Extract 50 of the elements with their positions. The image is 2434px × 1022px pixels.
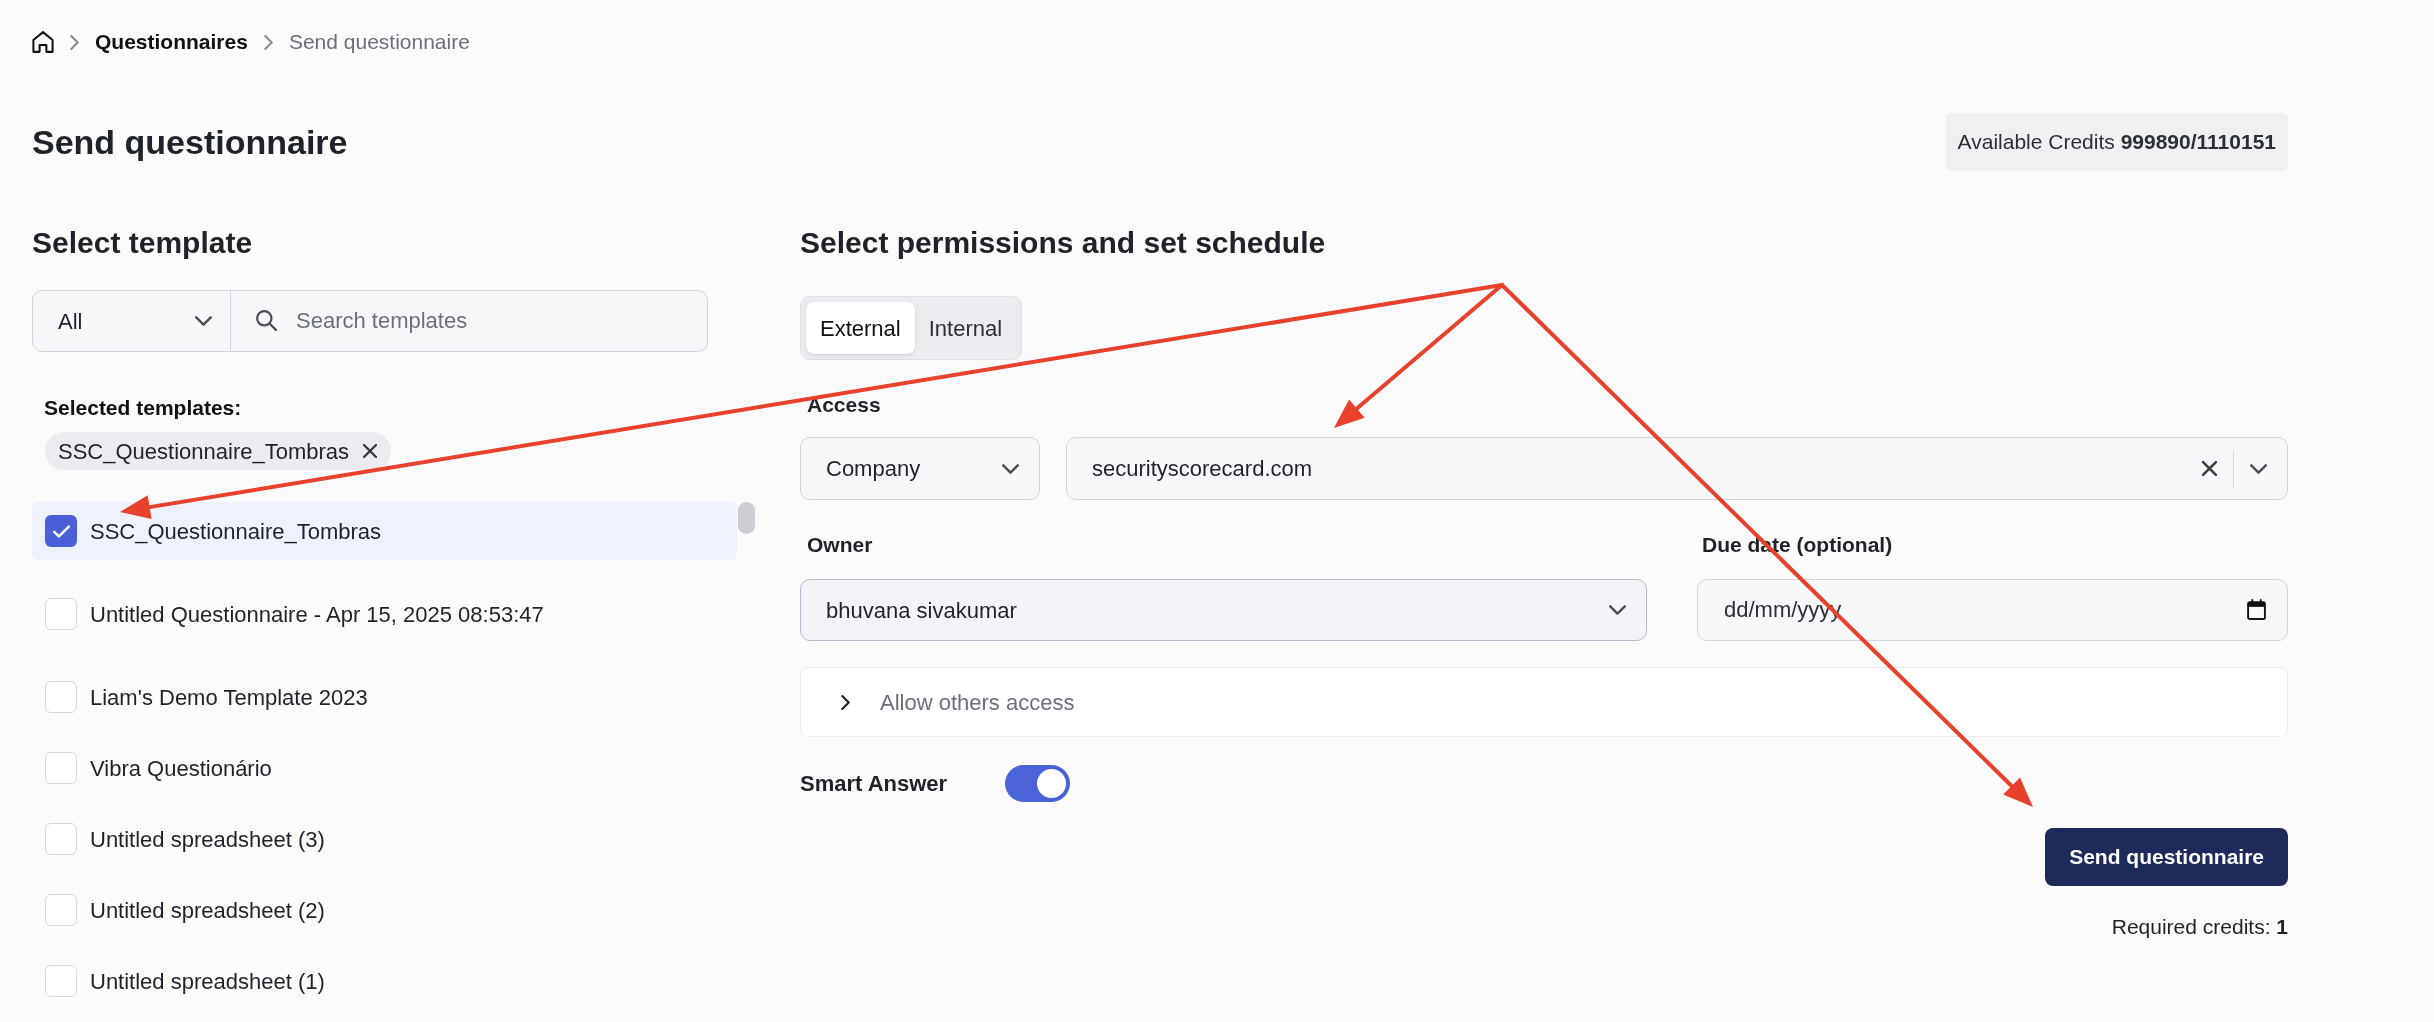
chevron-down-icon [1002,463,1019,474]
close-icon[interactable] [363,444,378,458]
home-icon[interactable] [32,31,54,53]
checkbox[interactable] [45,598,77,630]
chevron-down-icon [1609,605,1626,615]
chevron-down-icon [195,316,212,326]
chevron-right-icon [263,34,273,50]
owner-dropdown[interactable]: bhuvana sivakumar [800,579,1647,641]
send-button[interactable]: Send questionnaire [2045,828,2288,886]
field-label: Access [807,392,881,418]
checkbox[interactable] [45,681,77,713]
access-type-dropdown[interactable]: Company [800,437,1040,500]
credits-badge: Available Credits 999890/1110151 [1945,113,2288,171]
calendar-icon[interactable] [2247,599,2266,620]
domain-select[interactable]: securityscorecard.com [1066,437,2288,500]
field-label: Owner [807,532,873,558]
close-icon[interactable] [2202,461,2217,476]
template-name[interactable]: Untitled spreadsheet (1) [90,964,325,998]
required-credits-text: Required credits: 1 [2111,914,2288,940]
chip-label: SSC_Questionnaire_Tombras [58,437,350,466]
highlighted-row[interactable]: SSC_Questionnaire_Tombras [32,502,737,560]
checkbox[interactable] [45,515,77,547]
checkbox[interactable] [45,965,77,997]
selected-templates-label: Selected templates: [44,395,242,421]
chevron-down-icon [2250,463,2267,474]
allow-access-disclosure[interactable]: Allow others access [800,667,2288,737]
breadcrumb-current: Send questionnaire [288,29,470,56]
tab[interactable]: Internal [914,302,1017,354]
tab[interactable]: External [806,302,915,354]
template-name[interactable]: Untitled spreadsheet (3) [90,822,325,856]
template-name[interactable]: Untitled Questionnaire - Apr 15, 2025 08:53:47 [90,597,544,631]
template-name[interactable]: SSC_Questionnaire_Tombras [90,514,382,548]
breadcrumb-link[interactable]: Questionnaires [95,26,248,58]
category-dropdown[interactable]: All [32,290,231,352]
toggle-switch[interactable] [1005,765,1071,802]
check-icon [52,524,70,538]
checkbox[interactable] [45,823,77,855]
smart-answer-label: Smart Answer [800,770,948,798]
template-name[interactable]: Untitled spreadsheet (2) [90,893,325,927]
page-title: Send questionnaire [32,122,348,163]
template-name[interactable]: Vibra Questionário [90,751,272,785]
search-field[interactable]: Search templates [231,290,708,352]
template-name[interactable]: Liam's Demo Template 2023 [90,680,368,714]
chevron-right-icon [70,34,79,50]
section-title: Select permissions and set schedule [800,225,1327,261]
scrollbar-thumb[interactable] [738,502,755,534]
checkbox[interactable] [45,894,77,926]
checkbox[interactable] [45,752,77,784]
section-title: Select template [32,225,254,261]
search-icon [256,310,277,331]
